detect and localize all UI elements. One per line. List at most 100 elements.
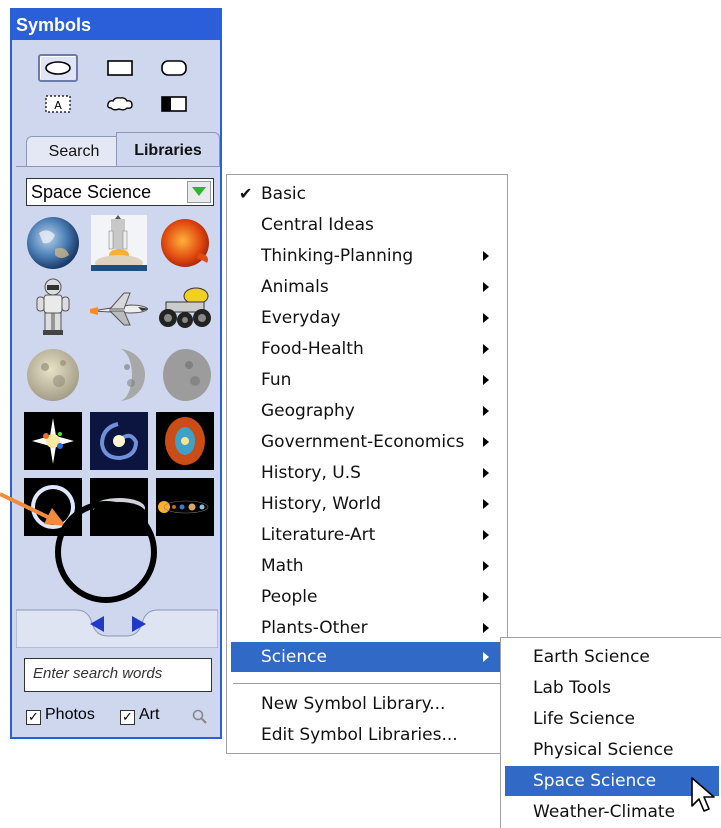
menu-item-everyday[interactable]: Everyday xyxy=(231,303,503,333)
shuttle-icon xyxy=(90,292,148,326)
menu-item-government-economics[interactable]: Government-Economics xyxy=(231,427,503,457)
submenu-arrow-icon xyxy=(483,375,489,385)
photos-checkbox[interactable]: ✓ xyxy=(26,710,41,725)
submenu-arrow-icon xyxy=(483,437,489,447)
shuttle-launch-icon xyxy=(91,215,147,271)
astronaut-thumbnail[interactable] xyxy=(24,278,82,336)
submenu-item-label: Physical Science xyxy=(533,740,674,760)
full-moon-thumbnail[interactable] xyxy=(24,346,82,404)
menu-item-edit-symbol-libraries[interactable]: Edit Symbol Libraries... xyxy=(231,720,503,750)
supernova-thumbnail[interactable] xyxy=(24,412,82,470)
menu-item-thinking-planning[interactable]: Thinking-Planning xyxy=(231,241,503,271)
menu-item-label: Edit Symbol Libraries... xyxy=(261,725,458,745)
submenu-item-lab-tools[interactable]: Lab Tools xyxy=(505,673,719,703)
checkmark-icon: ✔ xyxy=(239,184,253,203)
submenu-item-label: Earth Science xyxy=(533,647,650,667)
menu-item-literature-art[interactable]: Literature-Art xyxy=(231,520,503,550)
half-moon-thumbnail[interactable] xyxy=(90,346,148,404)
astronaut-icon xyxy=(36,278,70,335)
lunar-rover-thumbnail[interactable] xyxy=(156,278,214,336)
menu-item-history-world[interactable]: History, World xyxy=(231,489,503,519)
menu-item-math[interactable]: Math xyxy=(231,551,503,581)
menu-item-science[interactable]: Science xyxy=(231,642,503,672)
menu-item-label: Thinking-Planning xyxy=(261,246,414,266)
search-icon[interactable] xyxy=(192,709,208,725)
menu-item-animals[interactable]: Animals xyxy=(231,272,503,302)
menu-item-plants-other[interactable]: Plants-Other xyxy=(231,613,503,643)
rectangle-shape-icon xyxy=(107,60,133,76)
submenu-item-earth-science[interactable]: Earth Science xyxy=(505,642,719,672)
menu-item-food-health[interactable]: Food-Health xyxy=(231,334,503,364)
menu-item-new-symbol-library[interactable]: New Symbol Library... xyxy=(231,689,503,719)
sun-icon xyxy=(161,219,209,267)
palette-title: Symbols xyxy=(12,10,220,40)
oval-shape-button[interactable] xyxy=(38,54,78,82)
menu-item-fun[interactable]: Fun xyxy=(231,365,503,395)
submenu-item-label: Weather-Climate xyxy=(533,802,676,822)
menu-item-label: Central Ideas xyxy=(261,215,374,235)
rover-icon xyxy=(159,287,211,328)
nebula-thumbnail[interactable] xyxy=(156,412,214,470)
submenu-arrow-icon xyxy=(483,313,489,323)
half-filled-rectangle-shape-icon xyxy=(161,96,187,112)
search-input[interactable]: Enter search words xyxy=(24,658,212,692)
submenu-item-label: Space Science xyxy=(533,771,657,791)
oval-shape-icon xyxy=(45,61,71,75)
earth-thumbnail[interactable] xyxy=(24,214,82,272)
menu-item-label: History, U.S xyxy=(261,463,361,483)
menu-item-label: Government-Economics xyxy=(261,432,465,452)
text-box-shape-icon: A xyxy=(45,95,71,113)
tab-search[interactable]: Search xyxy=(26,136,122,166)
submenu-arrow-icon xyxy=(483,592,489,602)
cloud-shape-button[interactable] xyxy=(100,90,140,118)
space-shuttle-launch-thumbnail[interactable] xyxy=(90,214,148,272)
submenu-arrow-icon xyxy=(483,344,489,354)
dropdown-button[interactable] xyxy=(187,181,211,203)
menu-item-people[interactable]: People xyxy=(231,582,503,612)
menu-item-central-ideas[interactable]: Central Ideas xyxy=(231,210,503,240)
menu-item-label: Geography xyxy=(261,401,355,421)
cloud-shape-icon xyxy=(107,97,133,111)
spiral-galaxy-thumbnail[interactable] xyxy=(90,412,148,470)
menu-item-label: People xyxy=(261,587,318,607)
earth-icon xyxy=(27,217,79,269)
submenu-item-label: Lab Tools xyxy=(533,678,611,698)
menu-item-label: Science xyxy=(261,647,327,667)
rounded-rectangle-shape-icon xyxy=(161,60,187,76)
half-moon-icon xyxy=(119,349,145,401)
library-select-value: Space Science xyxy=(31,182,152,202)
submenu-arrow-icon xyxy=(483,623,489,633)
rectangle-shape-button[interactable] xyxy=(100,54,140,82)
menu-item-label: Plants-Other xyxy=(261,618,368,638)
text-box-shape-button[interactable]: A xyxy=(38,90,78,118)
chevron-down-icon xyxy=(192,187,206,196)
submenu-item-label: Life Science xyxy=(533,709,635,729)
submenu-arrow-icon xyxy=(483,251,489,261)
art-label: Art xyxy=(139,706,160,723)
rounded-rectangle-shape-button[interactable] xyxy=(154,54,194,82)
submenu-item-life-science[interactable]: Life Science xyxy=(505,704,719,734)
submenu-item-weather-climate[interactable]: Weather-Climate xyxy=(505,797,719,827)
mouse-cursor-icon xyxy=(691,777,715,812)
library-menu: ✔ Basic Central Ideas Thinking-Planning … xyxy=(226,174,508,754)
menu-item-label: Animals xyxy=(261,277,329,297)
nebula-icon xyxy=(165,417,205,465)
gibbous-moon-thumbnail[interactable] xyxy=(156,346,214,404)
tab-divider xyxy=(16,166,220,167)
gibbous-moon-icon xyxy=(163,349,211,401)
menu-item-basic[interactable]: ✔ Basic xyxy=(231,179,503,209)
annotation-arrow-line xyxy=(0,492,55,522)
photos-label: Photos xyxy=(45,706,95,723)
half-filled-rectangle-shape-button[interactable] xyxy=(154,90,194,118)
tab-libraries[interactable]: Libraries xyxy=(116,132,220,166)
menu-item-geography[interactable]: Geography xyxy=(231,396,503,426)
menu-item-label: Fun xyxy=(261,370,292,390)
library-select[interactable]: Space Science xyxy=(26,178,214,206)
submenu-item-physical-science[interactable]: Physical Science xyxy=(505,735,719,765)
art-checkbox[interactable]: ✓ xyxy=(120,710,135,725)
sun-thumbnail[interactable] xyxy=(156,214,214,272)
space-shuttle-thumbnail[interactable] xyxy=(90,278,148,336)
menu-item-history-us[interactable]: History, U.S xyxy=(231,458,503,488)
science-submenu: Earth Science Lab Tools Life Science Phy… xyxy=(500,637,721,828)
submenu-item-space-science[interactable]: Space Science xyxy=(505,766,719,796)
